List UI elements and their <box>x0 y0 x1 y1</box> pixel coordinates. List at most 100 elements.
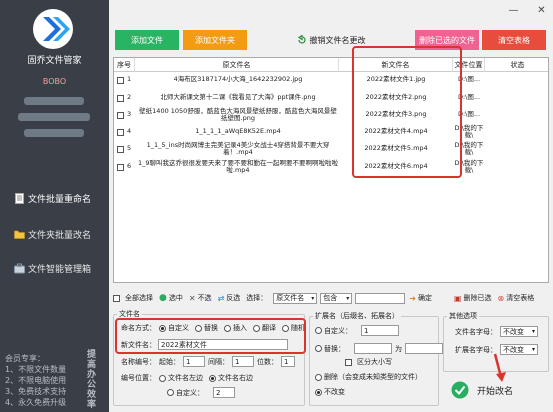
bar-clear-table-button[interactable]: ⊗ 清空表格 <box>498 293 535 303</box>
ext-delete-radio[interactable]: 删除（会变成未知类型的文件） <box>315 372 422 382</box>
nav-label: 文件批量重命名 <box>28 195 92 205</box>
custom-position-value: 2 <box>216 388 221 397</box>
ext-unchanged-radio[interactable]: 不改变 <box>315 387 345 397</box>
clear-icon: ⊗ <box>497 293 505 303</box>
minimize-button[interactable]: — <box>508 5 519 16</box>
clear-table-button[interactable]: 清空表格 <box>482 30 546 50</box>
confirm-label: 确定 <box>417 294 432 302</box>
step-label: 间隔： <box>208 357 229 366</box>
swap-icon: ⇄ <box>217 293 225 303</box>
restore-label: 撤销文件名更改 <box>309 35 366 45</box>
position-label: 编号位置： <box>121 374 156 382</box>
name-case-row: 文件名字母： 不改变 <box>455 326 538 337</box>
bar-clear-label: 清空表格 <box>506 294 535 302</box>
add-file-button[interactable]: 添加文件 <box>115 30 179 50</box>
nav-smart-manager[interactable]: 文件智能管理箱 <box>14 262 91 275</box>
member-line: 2、不限电脑使用 <box>5 376 67 385</box>
table-row[interactable]: 3 壁纸1400 1050舒服，酷蓝色大海风景壁纸舒服，酷蓝色大海风景壁纸壁图.… <box>114 106 548 124</box>
invert-button[interactable]: ⇄ 反选 <box>218 293 241 303</box>
number-label: 名称编号： <box>121 357 156 366</box>
blurred-info <box>24 97 84 105</box>
app-logo <box>33 9 73 49</box>
radio-label: 自定义： <box>324 326 352 335</box>
blurred-info <box>18 113 90 121</box>
bar-delete-label: 删除已选 <box>463 294 492 302</box>
name-case-label: 文件名字母： <box>455 327 497 336</box>
pos-left-radio[interactable]: 文件名左边 <box>159 373 203 383</box>
step-input[interactable]: 1 <box>232 356 254 367</box>
radio-label: 替换： <box>324 344 345 353</box>
position-row: 编号位置： 文件名左边 文件名右边 <box>121 373 259 383</box>
row-checkbox[interactable] <box>117 76 124 84</box>
nav-rename-folders[interactable]: 文件夹批量改名 <box>14 228 91 241</box>
table-row[interactable]: 2 北师大新课文第十二课《我看见了大海》ppt课件.png 2022素材文件2.… <box>114 90 548 106</box>
select-all-label: 全部选择 <box>125 294 153 302</box>
original-name: 1_1_1_1_aWqE8K52E.mp4 <box>195 127 281 136</box>
digits-input[interactable]: 1 <box>281 356 295 367</box>
digits-label: 位数： <box>257 357 278 366</box>
other-options-title: 其他选项 <box>447 311 479 321</box>
select-on-button[interactable]: ● 选中 <box>159 293 183 303</box>
row-checkbox[interactable] <box>117 128 124 136</box>
member-line: 会员专享： <box>5 354 45 363</box>
file-table: 序号 原文件名 新文件名 文件位置 状态 1 4海布区3187174小大海_16… <box>113 57 549 283</box>
blurred-info <box>24 129 84 137</box>
nav-rename-files[interactable]: 文件批量重命名 <box>14 192 91 205</box>
mode-select[interactable]: 包含 <box>320 292 353 304</box>
add-folder-button[interactable]: 添加文件夹 <box>183 30 247 50</box>
custom-position-input[interactable]: 2 <box>213 387 235 398</box>
col-header-status: 状态 <box>485 58 548 72</box>
pos-right-radio[interactable]: 文件名右边 <box>209 373 253 383</box>
field-select[interactable]: 原文件名 <box>273 292 318 304</box>
table-row[interactable]: 6 1_9聊叫我这乔很很发要天来了要不要和勤在一起啊要不要啊啊啦啦啦啦.mp4 … <box>114 158 548 176</box>
ext-replace-radio[interactable]: 替换： <box>315 344 345 354</box>
cross-icon: ✕ <box>188 293 196 303</box>
close-button[interactable]: ✕ <box>536 5 547 16</box>
folder-icon <box>14 230 25 239</box>
name-case-select[interactable]: 不改变 <box>500 326 538 337</box>
ext-custom-row: 自定义： 1 <box>315 325 399 336</box>
bar-delete-selected-button[interactable]: ▣ 删除已选 <box>454 293 492 303</box>
ext-custom-radio[interactable]: 自定义： <box>315 326 352 336</box>
naming-highlight <box>115 318 306 354</box>
number-row: 名称编号： 起始： 1 间隔： 1 位数： 1 <box>121 356 295 367</box>
row-index: 3 <box>127 110 132 119</box>
ext-replace-to-input[interactable] <box>405 343 443 354</box>
user-name: BOBO <box>42 77 67 86</box>
start-input[interactable]: 1 <box>183 356 205 367</box>
ext-custom-value: 1 <box>364 326 369 335</box>
nav-label: 文件智能管理箱 <box>28 265 92 275</box>
confirm-button[interactable]: ➜ 确定 <box>409 293 432 303</box>
pos-custom-radio[interactable]: 自定义： <box>167 388 204 398</box>
row-checkbox[interactable] <box>117 111 124 119</box>
radio-label: 不改变 <box>324 388 345 396</box>
col-header-original: 原文件名 <box>135 58 339 72</box>
app-name: 固乔文件管家 <box>27 56 82 66</box>
select-off-button[interactable]: ✕ 不选 <box>189 293 212 303</box>
radio-label: 文件名右边 <box>218 374 253 382</box>
ext-replace-from-input[interactable] <box>354 343 392 354</box>
row-checkbox[interactable] <box>117 163 124 171</box>
table-row[interactable]: 1 4海布区3187174小大海_1642232902.jpg 2022素材文件… <box>114 72 548 88</box>
check-icon: ● <box>159 293 167 303</box>
field-select-value: 原文件名 <box>276 294 305 302</box>
filter-input[interactable] <box>355 292 406 304</box>
case-row: 区分大小写 <box>345 357 398 367</box>
member-slogan: 提高办公效率 <box>87 350 97 410</box>
case-sensitive-checkbox[interactable]: 区分大小写 <box>345 357 392 367</box>
original-name: 1_1_5_ins时尚网博主完美记录4美少女战士4穿搭背景不要大穿着！.mp4 <box>146 140 330 156</box>
member-line: 4、永久免费升级 <box>5 398 67 407</box>
checkbox-label: 区分大小写 <box>357 358 392 366</box>
digits-value: 1 <box>284 357 289 366</box>
workspace: — ✕ 添加文件 添加文件夹 撤销文件名更改 删除已选的文件 清空表格 序号 原… <box>109 0 553 412</box>
row-checkbox[interactable] <box>117 145 124 153</box>
document-icon <box>15 193 24 204</box>
table-row[interactable]: 5 1_1_5_ins时尚网博主完美记录4美少女战士4穿搭背景不要大穿着！.mp… <box>114 140 548 158</box>
table-row[interactable]: 4 1_1_1_1_aWqE8K52E.mp4 2022素材文件4.mp4 D:… <box>114 124 548 140</box>
confirm-icon: ➜ <box>409 293 416 303</box>
member-line: 3、免费技术支持 <box>5 387 67 396</box>
row-checkbox[interactable] <box>117 94 124 102</box>
start-rename-button[interactable]: 开始改名 <box>445 376 549 404</box>
select-all-checkbox[interactable]: 全部选择 <box>113 293 153 303</box>
ext-custom-input[interactable]: 1 <box>361 325 399 336</box>
